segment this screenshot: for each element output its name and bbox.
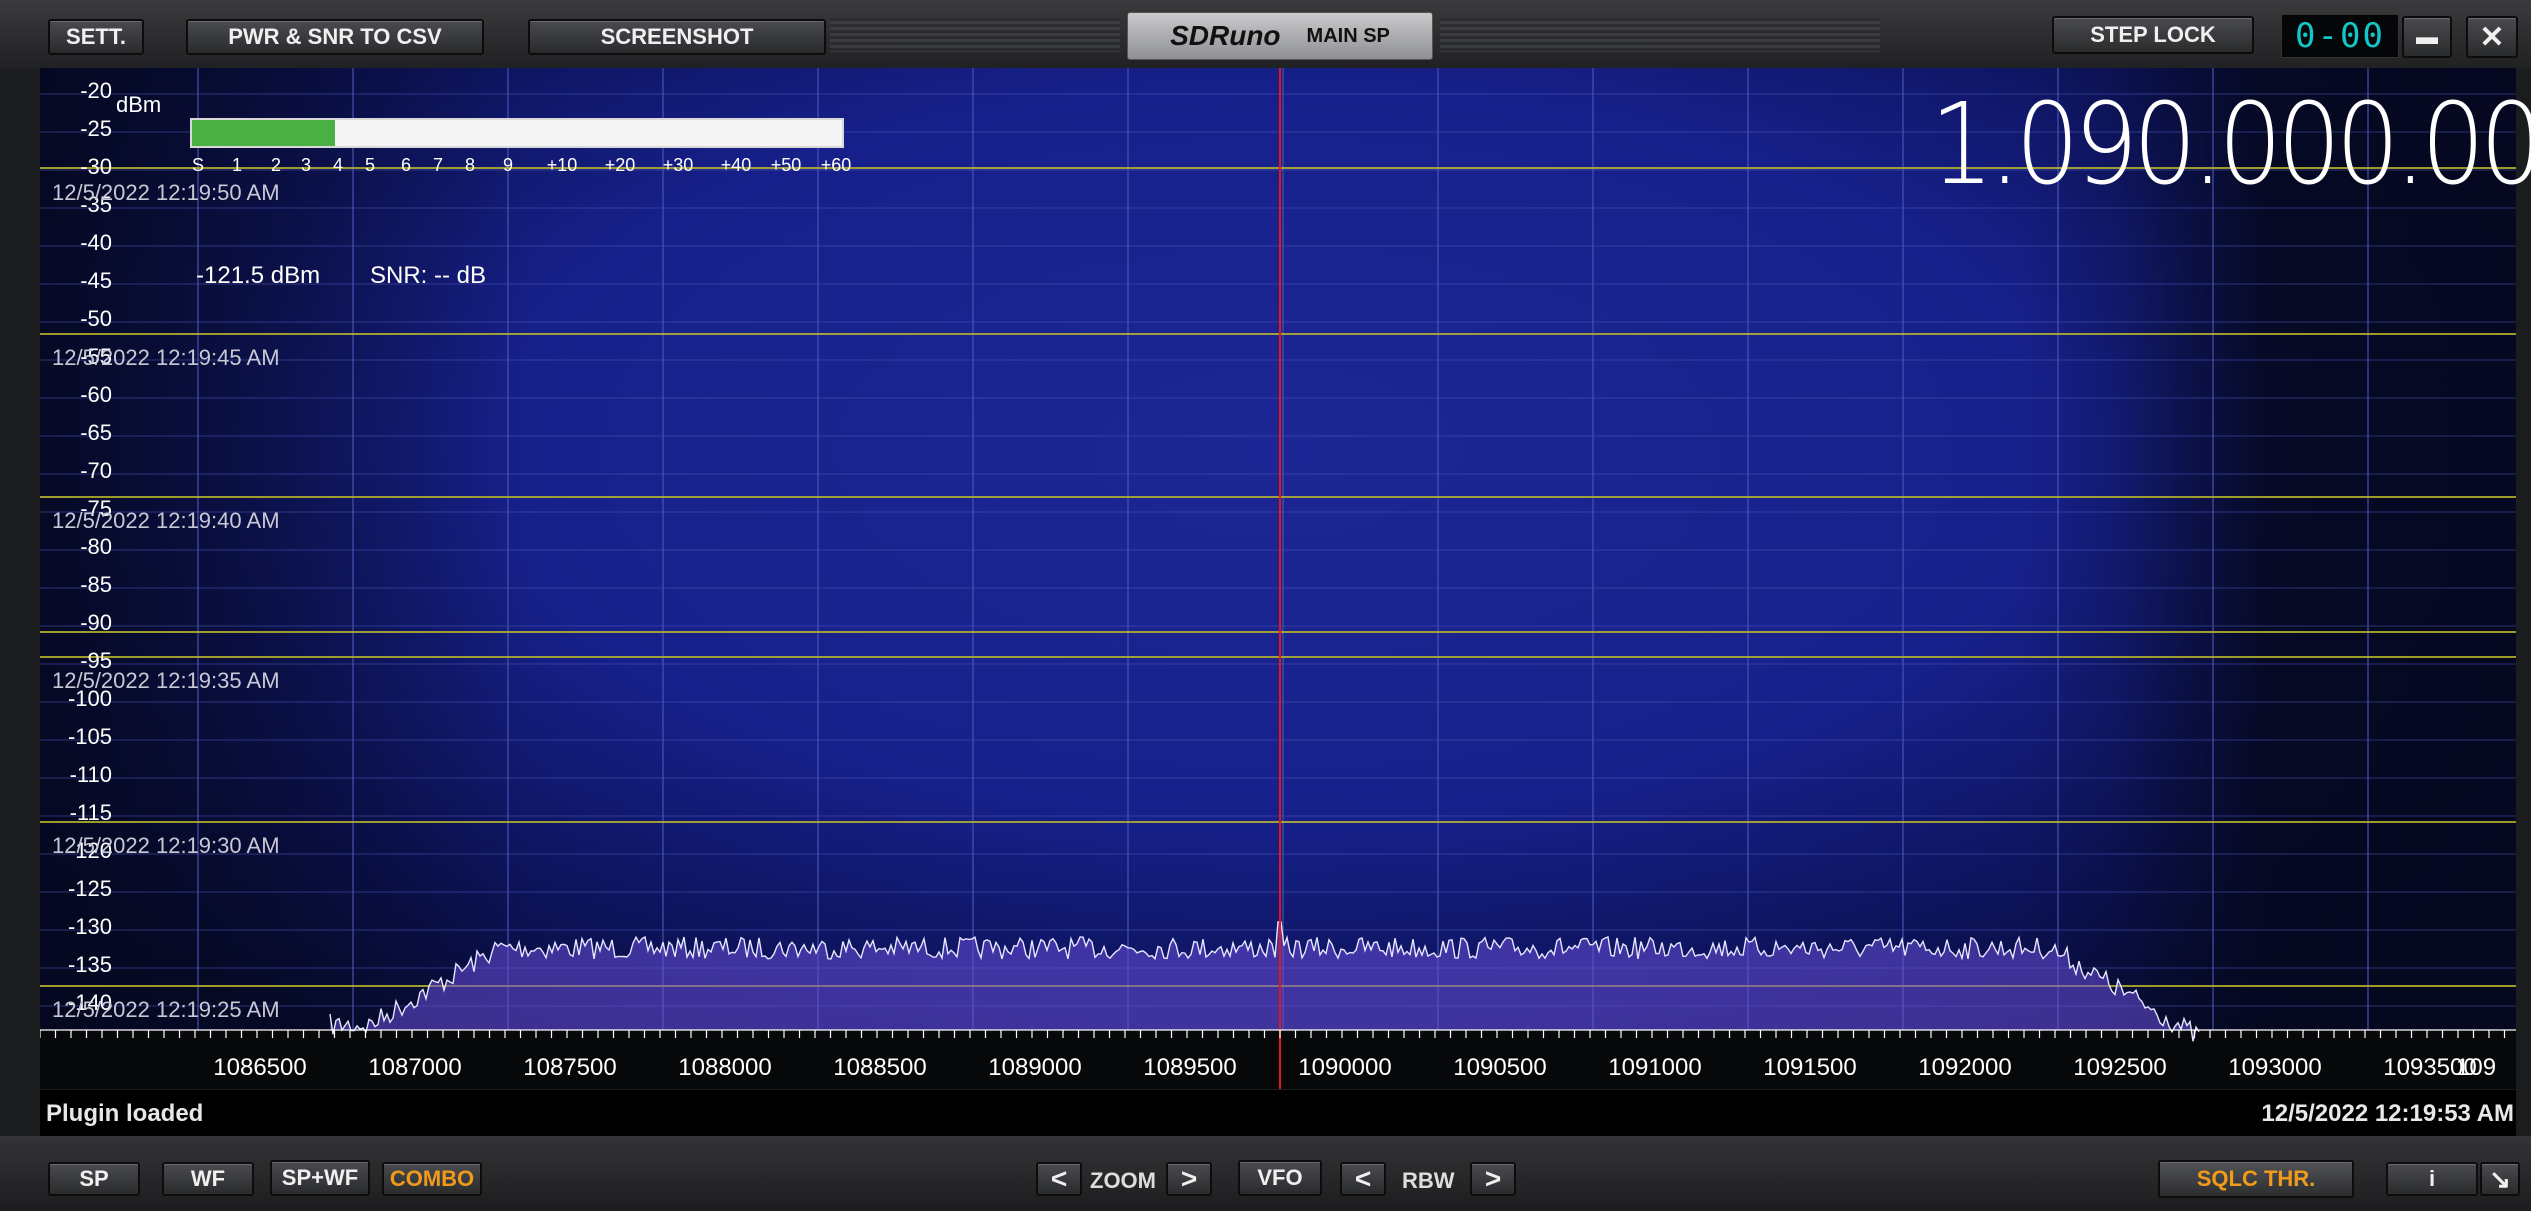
waterfall-timestamp: 12/5/2022 12:19:45 AM: [52, 345, 280, 370]
title-grip: [830, 18, 1120, 52]
s-meter-scale-label: 7: [432, 155, 444, 175]
status-bar: Plugin loaded 12/5/2022 12:19:53 AM: [40, 1090, 2516, 1136]
s-meter-scale-label: 8: [464, 155, 476, 175]
y-axis-tick-label: -70: [80, 458, 112, 483]
s-meter-scale-label: 6: [400, 155, 412, 175]
s-meter-scale-label: +40: [720, 155, 752, 175]
y-axis-tick-label: -80: [80, 534, 112, 559]
status-datetime: 12/5/2022 12:19:53 AM: [2261, 1100, 2514, 1127]
y-axis-tick-label: -135: [67, 952, 112, 977]
combo-mode-button[interactable]: COMBO: [382, 1162, 482, 1196]
x-axis-tick-label: 1087000: [368, 1054, 462, 1081]
y-axis-tick-label: -20: [80, 78, 112, 103]
s-meter-scale-label: 4: [332, 155, 344, 175]
x-axis-tick-label: 1086500: [213, 1054, 307, 1081]
squelch-threshold-button[interactable]: SQLC THR.: [2158, 1160, 2354, 1198]
resize-button[interactable]: ↘: [2480, 1162, 2520, 1196]
y-axis-tick-label: -115: [69, 800, 112, 825]
zoom-in-button[interactable]: >: [1166, 1162, 1212, 1196]
rbw-down-button[interactable]: <: [1340, 1162, 1386, 1196]
x-axis-tick-label: 1092500: [2073, 1054, 2167, 1081]
s-meter-scale-label: +60: [820, 155, 852, 175]
x-axis-tick-label: 1090500: [1453, 1054, 1547, 1081]
window-mode-label: MAIN SP: [1306, 24, 1390, 47]
x-axis-tick-label: 1089500: [1143, 1054, 1237, 1081]
wf-mode-button[interactable]: WF: [162, 1162, 254, 1196]
rbw-label: RBW: [1402, 1168, 1455, 1193]
y-axis-tick-label: -45: [80, 268, 112, 293]
zoom-out-button[interactable]: <: [1036, 1162, 1082, 1196]
y-axis-tick-label: -90: [80, 610, 112, 635]
title-grip: [1440, 18, 1880, 52]
s-meter-bar: [190, 118, 844, 148]
x-axis-tick-label: 1088500: [833, 1054, 927, 1081]
settings-button[interactable]: SETT.: [48, 19, 144, 55]
y-axis-tick-label: -60: [80, 382, 112, 407]
status-message: Plugin loaded: [46, 1100, 204, 1127]
zoom-label: ZOOM: [1090, 1168, 1156, 1193]
s-meter-scale-label: 9: [502, 155, 514, 175]
window-title: SDRuno MAIN SP: [1127, 12, 1433, 60]
x-axis-tick-label: 1089000: [988, 1054, 1082, 1081]
spectrum-fill: [330, 922, 2199, 1042]
x-axis-tick-label: 1090000: [1298, 1054, 1392, 1081]
sp-mode-button[interactable]: SP: [48, 1162, 140, 1196]
rbw-up-button[interactable]: >: [1470, 1162, 1516, 1196]
s-meter-scale-label: S: [191, 155, 205, 175]
s-meter-scale-label: +10: [546, 155, 578, 175]
s-meter-fill: [192, 120, 335, 146]
y-axis-tick-label: -50: [80, 306, 112, 331]
x-axis-tick-label: 1092000: [1918, 1054, 2012, 1081]
s-meter-scale-label: +50: [770, 155, 802, 175]
y-axis-tick-label: -130: [67, 914, 112, 939]
waterfall-timestamp: 12/5/2022 12:19:30 AM: [52, 833, 280, 858]
x-axis-tick-label: 1091000: [1608, 1054, 1702, 1081]
s-meter-scale-label: 2: [270, 155, 282, 175]
y-axis-tick-label: -105: [67, 724, 112, 749]
y-axis-tick-label: -65: [80, 420, 112, 445]
s-meter-scale-label: 1: [231, 155, 243, 175]
y-axis-unit: dBm: [116, 92, 162, 117]
close-button[interactable]: ✕: [2466, 16, 2518, 58]
s-meter-scale-label: +20: [604, 155, 636, 175]
sp-wf-mode-button[interactable]: SP+WF: [270, 1160, 370, 1196]
waterfall-timestamp: 12/5/2022 12:19:25 AM: [52, 997, 280, 1022]
waterfall-timestamp: 12/5/2022 12:19:40 AM: [52, 508, 280, 533]
waterfall-timestamp: 12/5/2022 12:19:35 AM: [52, 668, 280, 693]
minimize-button[interactable]: ▬: [2402, 16, 2452, 58]
s-meter-scale-label: 3: [300, 155, 312, 175]
step-lock-button[interactable]: STEP LOCK: [2052, 16, 2254, 54]
x-axis-tick-label: 1088000: [678, 1054, 772, 1081]
x-axis-tick-label: 1087500: [523, 1054, 617, 1081]
s-meter-scale-label: 5: [364, 155, 376, 175]
export-csv-button[interactable]: PWR & SNR TO CSV: [186, 19, 484, 55]
spectrum-overlay: [40, 68, 2516, 1089]
screenshot-button[interactable]: SCREENSHOT: [528, 19, 826, 55]
x-axis-tick-label: 109: [2456, 1054, 2497, 1081]
s-meter-scale-label: +30: [662, 155, 694, 175]
frequency-display[interactable]: 1.090.000.000: [1930, 80, 2531, 210]
step-digits-display: 0-00: [2281, 14, 2399, 58]
power-readout: -121.5 dBm: [196, 262, 321, 289]
vfo-button[interactable]: VFO: [1238, 1160, 1322, 1196]
y-axis-tick-label: -110: [69, 762, 112, 787]
snr-readout: SNR: -- dB: [370, 262, 487, 289]
app-logo: SDRuno: [1170, 20, 1281, 51]
y-axis-tick-label: -125: [67, 876, 112, 901]
info-button[interactable]: i: [2386, 1162, 2478, 1196]
x-axis-tick-label: 1093000: [2228, 1054, 2322, 1081]
y-axis-tick-label: -25: [80, 116, 112, 141]
x-axis-tick-label: 1091500: [1763, 1054, 1857, 1081]
y-axis-tick-label: -85: [80, 572, 112, 597]
waterfall-timestamp: 12/5/2022 12:19:50 AM: [52, 180, 280, 205]
y-axis-tick-label: -30: [80, 154, 112, 179]
y-axis-tick-label: -40: [80, 230, 112, 255]
